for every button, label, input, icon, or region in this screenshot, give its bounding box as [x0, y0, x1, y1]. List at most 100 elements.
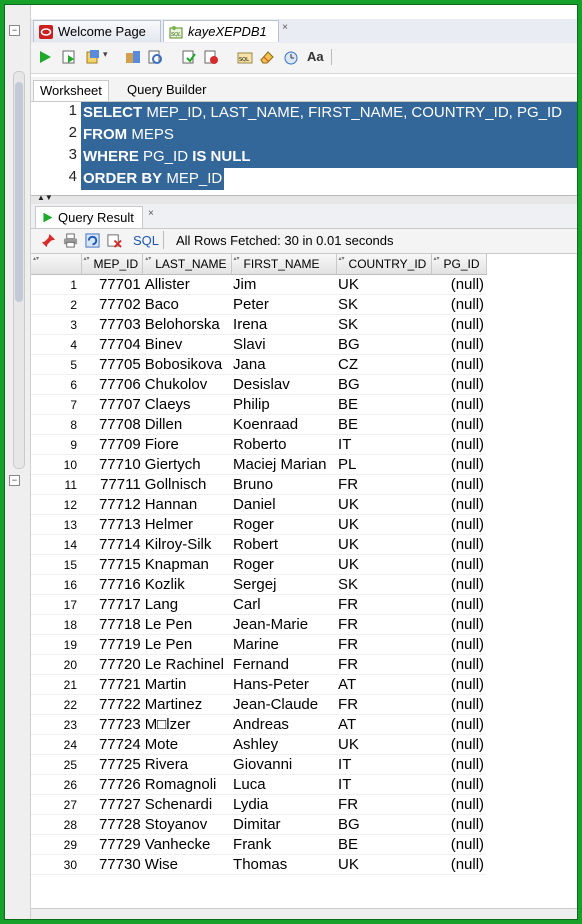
cell-first-name[interactable]: Andreas	[231, 714, 337, 735]
cell-first-name[interactable]: Bruno	[231, 474, 337, 495]
cell-last-name[interactable]: Baco	[142, 294, 232, 315]
cell-mep-id[interactable]: 77722	[81, 694, 143, 715]
cell-country-id[interactable]: FR	[336, 694, 432, 715]
table-row[interactable]: 19 77719 Le Pen Marine FR (null)	[31, 634, 487, 655]
autotrace-icon[interactable]	[147, 49, 163, 65]
table-row[interactable]: 3 77703 Belohorska Irena SK (null)	[31, 314, 487, 335]
cell-country-id[interactable]: UK	[336, 534, 432, 555]
cell-pg-id[interactable]: (null)	[431, 694, 487, 715]
cell-pg-id[interactable]: (null)	[431, 594, 487, 615]
cell-first-name[interactable]: Frank	[231, 834, 337, 855]
cell-last-name[interactable]: Belohorska	[142, 314, 232, 335]
cell-country-id[interactable]: FR	[336, 794, 432, 815]
pin-icon[interactable]	[41, 233, 56, 248]
cell-last-name[interactable]: Gollnisch	[142, 474, 232, 495]
cell-pg-id[interactable]: (null)	[431, 554, 487, 575]
pane-splitter[interactable]: ▲▼	[31, 193, 577, 204]
cell-first-name[interactable]: Thomas	[231, 854, 337, 875]
run-script-icon[interactable]	[61, 49, 77, 65]
table-row[interactable]: 1 77701 Allister Jim UK (null)	[31, 274, 487, 295]
table-row[interactable]: 24 77724 Mote Ashley UK (null)	[31, 734, 487, 755]
tab-query-result[interactable]: Query Result ×	[35, 206, 154, 228]
print-icon[interactable]	[63, 233, 78, 248]
column-header-mep-id[interactable]: MEP_ID	[81, 254, 144, 275]
cell-pg-id[interactable]: (null)	[431, 534, 487, 555]
cell-country-id[interactable]: UK	[336, 274, 432, 295]
cell-pg-id[interactable]: (null)	[431, 334, 487, 355]
cell-first-name[interactable]: Irena	[231, 314, 337, 335]
cell-country-id[interactable]: CZ	[336, 354, 432, 375]
tab-worksheet[interactable]: Worksheet	[33, 80, 109, 101]
cell-pg-id[interactable]: (null)	[431, 414, 487, 435]
table-row[interactable]: 20 77720 Le Rachinel Fernand FR (null)	[31, 654, 487, 675]
cell-first-name[interactable]: Robert	[231, 534, 337, 555]
commit-transaction-icon[interactable]	[181, 49, 197, 65]
cell-pg-id[interactable]: (null)	[431, 794, 487, 815]
table-row[interactable]: 9 77709 Fiore Roberto IT (null)	[31, 434, 487, 455]
cell-last-name[interactable]: Le Pen	[142, 614, 232, 635]
cell-country-id[interactable]: BG	[336, 334, 432, 355]
table-row[interactable]: 22 77722 Martinez Jean-Claude FR (null)	[31, 694, 487, 715]
cell-pg-id[interactable]: (null)	[431, 474, 487, 495]
cell-country-id[interactable]: AT	[336, 674, 432, 695]
table-row[interactable]: 5 77705 Bobosikova Jana CZ (null)	[31, 354, 487, 375]
table-row[interactable]: 17 77717 Lang Carl FR (null)	[31, 594, 487, 615]
cell-mep-id[interactable]: 77702	[81, 294, 143, 315]
cell-mep-id[interactable]: 77721	[81, 674, 143, 695]
cell-country-id[interactable]: FR	[336, 614, 432, 635]
cell-mep-id[interactable]: 77727	[81, 794, 143, 815]
cell-last-name[interactable]: Stoyanov	[142, 814, 232, 835]
eraser-icon[interactable]	[259, 49, 275, 65]
table-row[interactable]: 26 77726 Romagnoli Luca IT (null)	[31, 774, 487, 795]
cell-pg-id[interactable]: (null)	[431, 274, 487, 295]
cell-last-name[interactable]: Le Pen	[142, 634, 232, 655]
vertical-scrollbar[interactable]	[13, 71, 25, 469]
results-grid[interactable]: MEP_ID LAST_NAME FIRST_NAME COUNTRY_ID P…	[31, 254, 577, 914]
cell-country-id[interactable]: BE	[336, 834, 432, 855]
cell-first-name[interactable]: Maciej Marian	[231, 454, 337, 475]
cell-last-name[interactable]: Rivera	[142, 754, 232, 775]
cell-last-name[interactable]: M□lzer	[142, 714, 232, 735]
column-header-country-id[interactable]: COUNTRY_ID	[336, 254, 432, 275]
commit-icon[interactable]	[85, 49, 101, 65]
cell-last-name[interactable]: Hannan	[142, 494, 232, 515]
scroll-thumb[interactable]	[15, 82, 23, 302]
cell-first-name[interactable]: Jean-Claude	[231, 694, 337, 715]
table-row[interactable]: 25 77725 Rivera Giovanni IT (null)	[31, 754, 487, 775]
cell-mep-id[interactable]: 77709	[81, 434, 143, 455]
column-header-pg-id[interactable]: PG_ID	[431, 254, 487, 275]
table-row[interactable]: 18 77718 Le Pen Jean-Marie FR (null)	[31, 614, 487, 635]
table-row[interactable]: 21 77721 Martin Hans-Peter AT (null)	[31, 674, 487, 695]
cell-last-name[interactable]: Knapman	[142, 554, 232, 575]
refresh-icon[interactable]	[85, 233, 100, 248]
cell-pg-id[interactable]: (null)	[431, 514, 487, 535]
table-row[interactable]: 23 77723 M□lzer Andreas AT (null)	[31, 714, 487, 735]
sql-line[interactable]: ORDER BY MEP_ID	[81, 168, 225, 190]
cell-mep-id[interactable]: 77713	[81, 514, 143, 535]
table-row[interactable]: 11 77711 Gollnisch Bruno FR (null)	[31, 474, 487, 495]
history-icon[interactable]	[283, 49, 299, 65]
table-row[interactable]: 4 77704 Binev Slavi BG (null)	[31, 334, 487, 355]
cell-mep-id[interactable]: 77729	[81, 834, 143, 855]
cell-country-id[interactable]: AT	[336, 714, 432, 735]
cell-pg-id[interactable]: (null)	[431, 774, 487, 795]
delete-rows-icon[interactable]	[107, 233, 122, 248]
cell-mep-id[interactable]: 77714	[81, 534, 143, 555]
table-row[interactable]: 13 77713 Helmer Roger UK (null)	[31, 514, 487, 535]
cell-pg-id[interactable]: (null)	[431, 434, 487, 455]
cell-pg-id[interactable]: (null)	[431, 354, 487, 375]
sql-editor[interactable]: 1 SELECT MEP_ID, LAST_NAME, FIRST_NAME, …	[31, 102, 577, 194]
column-header-first-name[interactable]: FIRST_NAME	[231, 254, 337, 275]
cell-first-name[interactable]: Jean-Marie	[231, 614, 337, 635]
cell-mep-id[interactable]: 77711	[81, 474, 143, 495]
cell-mep-id[interactable]: 77715	[81, 554, 143, 575]
cell-pg-id[interactable]: (null)	[431, 374, 487, 395]
cell-last-name[interactable]: Martin	[142, 674, 232, 695]
cell-country-id[interactable]: UK	[336, 854, 432, 875]
cell-country-id[interactable]: BG	[336, 814, 432, 835]
cell-first-name[interactable]: Daniel	[231, 494, 337, 515]
cell-first-name[interactable]: Jana	[231, 354, 337, 375]
cell-first-name[interactable]: Fernand	[231, 654, 337, 675]
column-header-last-name[interactable]: LAST_NAME	[142, 254, 232, 275]
cell-last-name[interactable]: Dillen	[142, 414, 232, 435]
